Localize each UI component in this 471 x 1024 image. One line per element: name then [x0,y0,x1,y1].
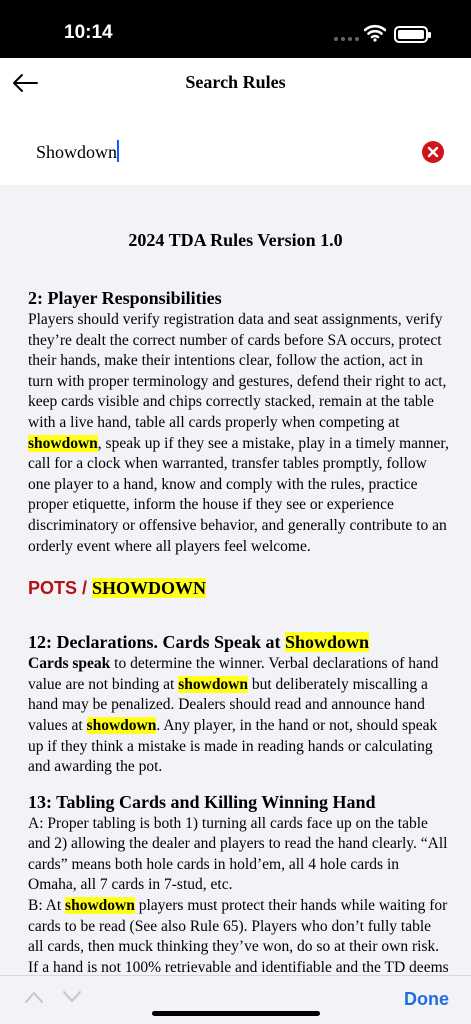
clear-search-button[interactable] [422,141,444,163]
status-bar: 10:14 [0,0,471,58]
rule-2-text-a: Players should verify registration data … [28,311,447,431]
search-highlight: Showdown [285,632,370,653]
keyboard-toolbar: Done [0,975,471,1024]
document-title: 2024 TDA Rules Version 1.0 [128,230,343,250]
rule-13-para-a: A: Proper tabling is both 1) turning all… [28,814,448,894]
category-prefix: POTS / [28,578,93,599]
rule-13-para-b: B: At showdown players must protect thei… [28,896,449,975]
home-indicator [152,1011,320,1016]
chevron-down-icon[interactable] [62,990,82,1004]
search-input[interactable]: Showdown [36,140,120,163]
search-highlight: showdown [65,897,135,915]
category-heading: POTS / SHOWDOWN [28,576,449,600]
rule-12-heading-text: 12: Declarations. Cards Speak at [28,632,285,653]
search-highlight: showdown [28,434,98,452]
search-input-value: Showdown [36,142,118,162]
battery-icon [394,26,431,43]
search-bar: Showdown [0,112,471,185]
cellular-signal-icon [334,37,359,41]
rule-13-b-prefix: B: At [28,897,66,915]
rule-12-lead: Cards speak [28,655,111,673]
done-button[interactable]: Done [404,989,449,1010]
search-results[interactable]: 2024 TDA Rules Version 1.0 2: Player Res… [0,185,471,975]
text-caret [117,140,120,162]
chevron-up-icon[interactable] [24,990,44,1004]
rule-2-heading: 2: Player Responsibilities [28,288,222,308]
rule-12-text: Cards speak to determine the winner. Ver… [28,654,449,778]
rule-12-heading: 12: Declarations. Cards Speak at Showdow… [28,630,449,654]
search-highlight: SHOWDOWN [92,578,207,599]
status-time: 10:14 [64,22,113,43]
rule-2-text-b: , speak up if they see a mistake, play i… [28,434,449,555]
page-title: Search Rules [185,72,286,92]
search-highlight: showdown [178,675,248,693]
search-highlight: showdown [86,716,157,734]
wifi-icon [364,24,386,42]
rule-13-heading: 13: Tabling Cards and Killing Winning Ha… [28,791,376,812]
rule-2-text: Players should verify registration data … [28,310,449,557]
close-icon [427,146,439,158]
navigation-bar: Search Rules [0,58,471,112]
